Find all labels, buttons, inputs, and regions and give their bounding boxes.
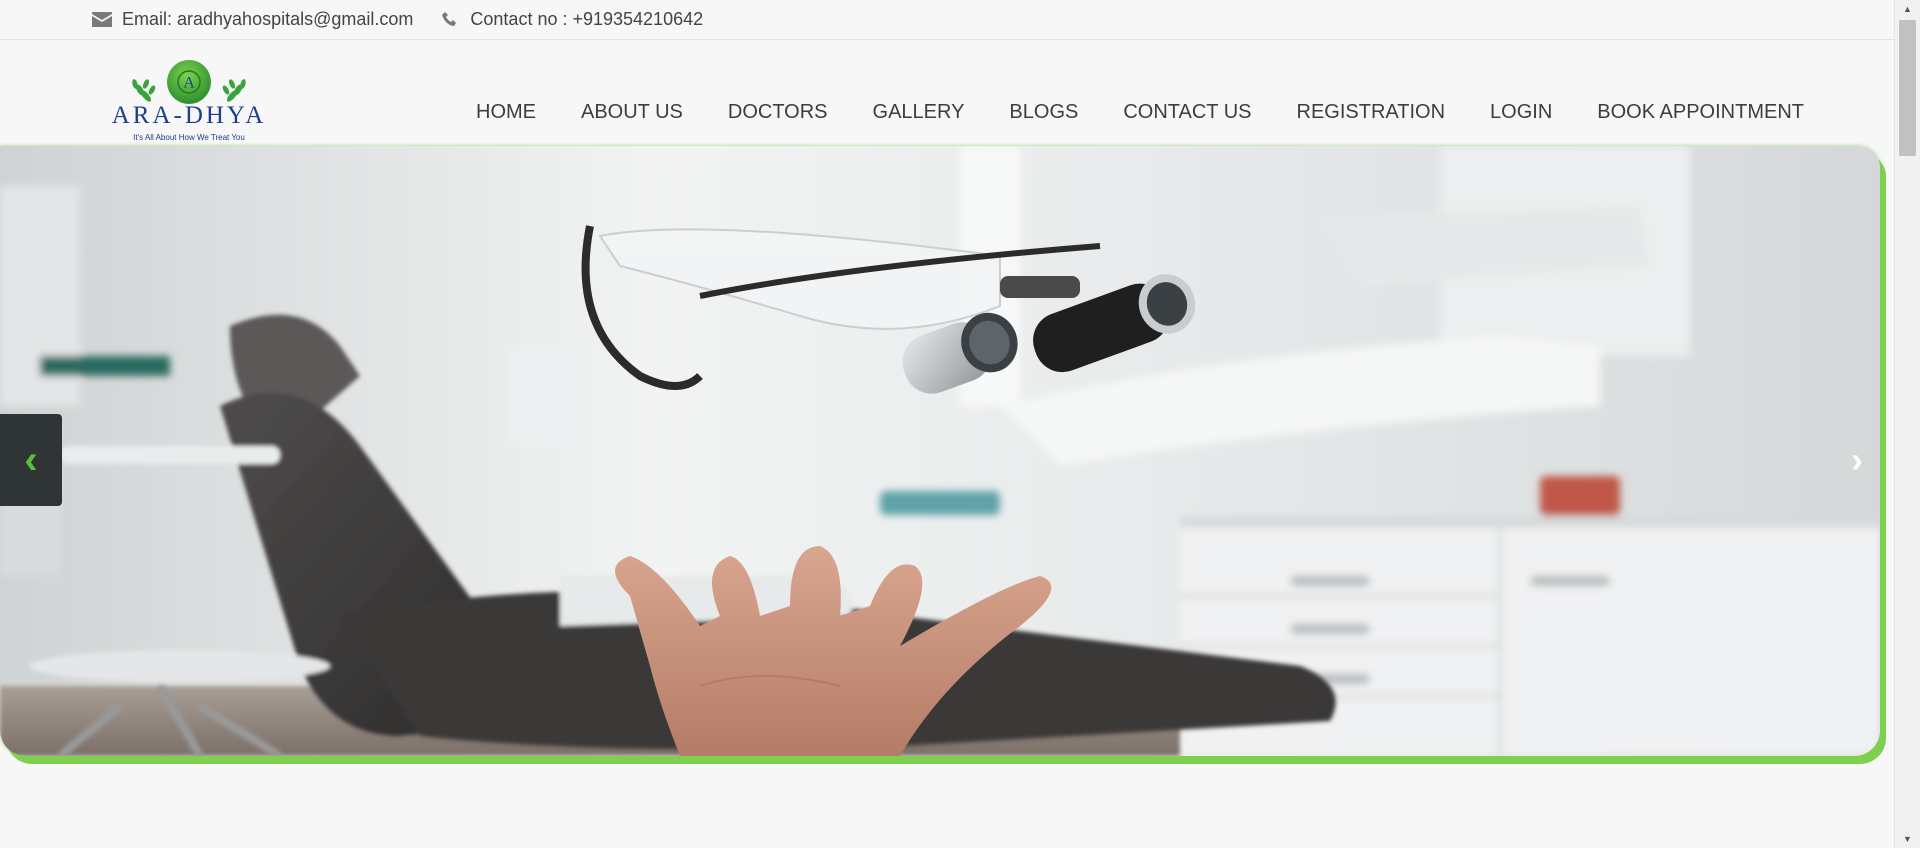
slider-next-button[interactable]: › <box>1840 439 1874 480</box>
nav-about-us[interactable]: ABOUT US <box>581 101 683 124</box>
chevron-left-icon: ‹ <box>24 437 38 482</box>
site-logo[interactable]: A ARA-DHYA It's All About How We Treat Y… <box>96 60 282 146</box>
hero-slider: ‹ › <box>0 146 1880 756</box>
email-contact[interactable]: Email: aradhyahospitals@gmail.com <box>92 9 413 30</box>
scroll-up-icon[interactable]: ▲ <box>1895 0 1920 18</box>
main-nav: HOME ABOUT US DOCTORS GALLERY BLOGS CONT… <box>476 97 1804 127</box>
nav-home[interactable]: HOME <box>476 101 536 124</box>
logo-name: ARA-DHYA <box>111 102 267 129</box>
logo-emblem: A <box>132 60 246 104</box>
svg-text:A: A <box>183 75 195 92</box>
nav-blogs[interactable]: BLOGS <box>1009 101 1078 124</box>
phone-contact[interactable]: Contact no : +919354210642 <box>440 9 703 30</box>
nav-login[interactable]: LOGIN <box>1490 101 1552 124</box>
chevron-right-icon: › <box>1851 439 1863 480</box>
hero-slide-image <box>0 146 1880 756</box>
phone-icon <box>440 11 460 29</box>
nav-gallery[interactable]: GALLERY <box>873 101 965 124</box>
slider-prev-button[interactable]: ‹ <box>0 414 62 506</box>
contact-bar: Email: aradhyahospitals@gmail.com Contac… <box>0 0 1894 40</box>
nav-registration[interactable]: REGISTRATION <box>1297 101 1446 124</box>
logo-tagline: It's All About How We Treat You <box>133 133 245 142</box>
scrollbar-thumb[interactable] <box>1899 20 1916 156</box>
site-header: A ARA-DHYA It's All About How We Treat Y… <box>0 40 1894 146</box>
email-text: Email: aradhyahospitals@gmail.com <box>122 9 414 29</box>
nav-doctors[interactable]: DOCTORS <box>728 101 828 124</box>
nav-contact-us[interactable]: CONTACT US <box>1123 101 1251 124</box>
scroll-down-icon[interactable]: ▼ <box>1895 830 1920 848</box>
nav-book-appointment[interactable]: BOOK APPOINTMENT <box>1597 101 1804 124</box>
page-scrollbar[interactable]: ▲ ▼ <box>1894 0 1920 848</box>
envelope-icon <box>92 11 112 29</box>
phone-text: Contact no : +919354210642 <box>470 9 704 29</box>
